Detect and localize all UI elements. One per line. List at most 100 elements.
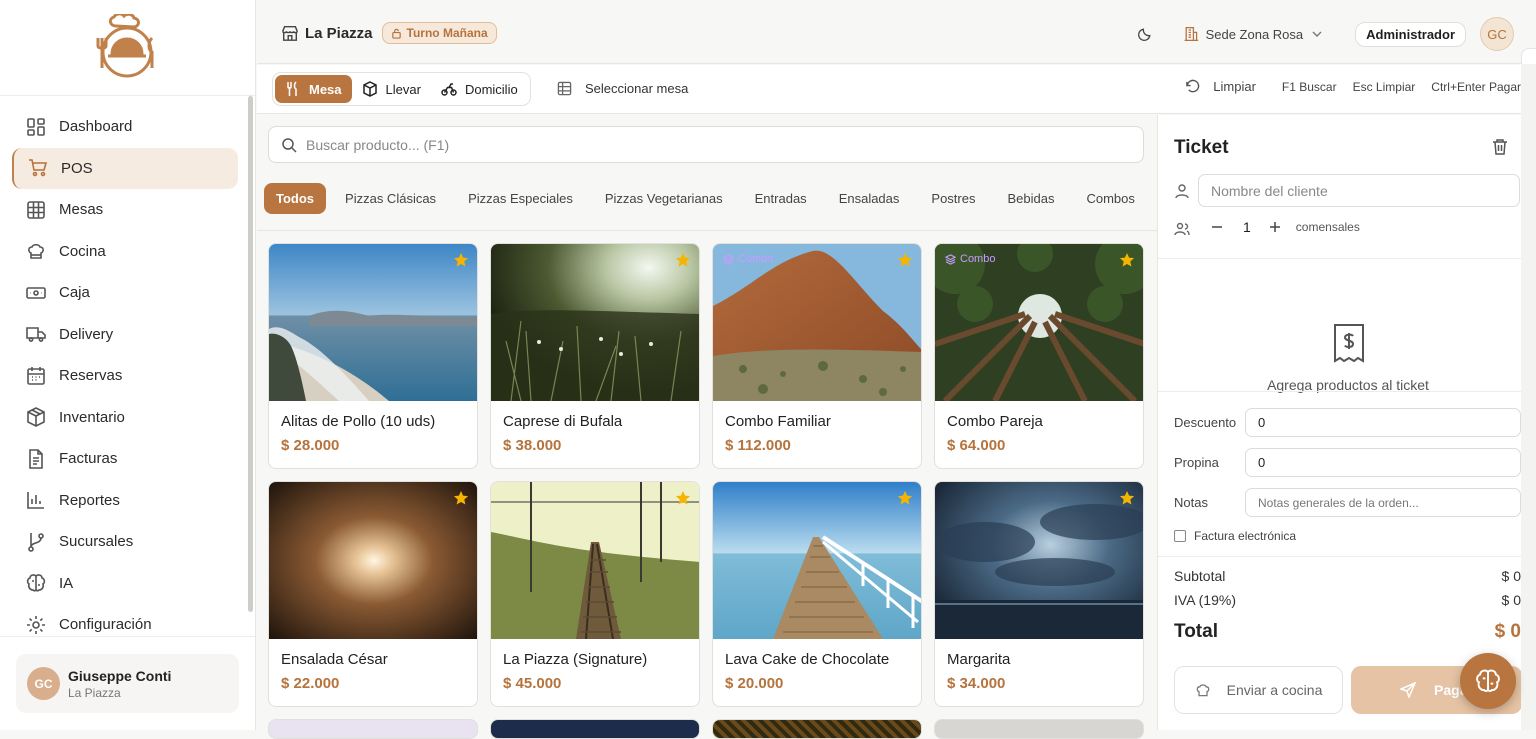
product-card[interactable]: Lava Cake de Chocolate $ 20.000	[712, 481, 922, 707]
sidebar-item-label: Inventario	[59, 408, 125, 426]
select-table-button[interactable]: Seleccionar mesa	[557, 81, 688, 96]
product-price: $ 22.000	[281, 675, 340, 692]
product-card[interactable]: Caprese di Bufala $ 38.000	[490, 243, 700, 469]
users-icon	[1174, 222, 1190, 236]
category-todos[interactable]: Todos	[264, 183, 327, 214]
layers-icon	[945, 253, 956, 265]
category-ensaladas[interactable]: Ensaladas	[823, 183, 916, 214]
category-combos[interactable]: Combos	[1070, 183, 1150, 214]
product-card-partial[interactable]	[712, 719, 922, 739]
search-icon	[282, 137, 297, 153]
store-name: La Piazza	[305, 24, 373, 42]
category-pizzas-vegetarianas[interactable]: Pizzas Vegetarianas	[589, 183, 739, 214]
tip-input[interactable]: 0	[1245, 448, 1521, 477]
sidebar-item-sucursales[interactable]: Sucursales	[12, 521, 238, 563]
user-profile-card[interactable]: GC Giuseppe Conti La Piazza	[16, 654, 239, 713]
ticket-title: Ticket	[1174, 137, 1229, 158]
sidebar-item-facturas[interactable]: Facturas	[12, 438, 238, 480]
favorite-star-icon[interactable]	[675, 490, 691, 506]
category-tabs: Todos Pizzas Clásicas Pizzas Especiales …	[264, 183, 1151, 214]
reset-icon	[1186, 79, 1200, 93]
store-indicator: La Piazza Turno Mañana	[281, 22, 497, 44]
sidebar-item-cocina[interactable]: Cocina	[12, 231, 238, 273]
sidebar-item-pos[interactable]: POS	[12, 147, 238, 189]
product-image	[269, 244, 477, 401]
plus-icon[interactable]	[1268, 220, 1282, 234]
product-card[interactable]: Alitas de Pollo (10 uds) $ 28.000	[268, 243, 478, 469]
discount-input[interactable]: 0	[1245, 408, 1521, 437]
invoice-label: Factura electrónica	[1194, 529, 1297, 543]
notes-label: Notas	[1174, 495, 1208, 510]
clear-button[interactable]: Limpiar	[1185, 79, 1256, 94]
notes-input[interactable]: Notas generales de la orden...	[1245, 488, 1521, 517]
building-icon	[1184, 26, 1198, 42]
brand-logo[interactable]	[90, 14, 164, 80]
product-card[interactable]: Ensalada César $ 22.000	[268, 481, 478, 707]
sidebar-divider	[0, 636, 255, 637]
favorite-star-icon[interactable]	[897, 252, 913, 268]
category-postres[interactable]: Postres	[915, 183, 991, 214]
ai-assistant-button[interactable]	[1460, 653, 1516, 709]
product-image	[713, 482, 921, 639]
send-to-kitchen-button[interactable]: Enviar a cocina	[1174, 666, 1343, 714]
brain-icon	[26, 574, 46, 592]
bar-chart-icon	[27, 492, 44, 510]
favorite-star-icon[interactable]	[1119, 490, 1135, 506]
favorite-star-icon[interactable]	[675, 252, 691, 268]
category-entradas[interactable]: Entradas	[739, 183, 823, 214]
order-type-mesa[interactable]: Mesa	[275, 75, 352, 103]
tax-label: IVA (19%)	[1174, 592, 1236, 608]
category-bebidas[interactable]: Bebidas	[991, 183, 1070, 214]
customer-name-input[interactable]: Nombre del cliente	[1198, 174, 1520, 207]
sidebar-scrollbar[interactable]	[248, 96, 253, 612]
product-card[interactable]: Combo Combo Pareja $ 64.000	[934, 243, 1144, 469]
sidebar-item-inventario[interactable]: Inventario	[12, 397, 238, 439]
product-card[interactable]: Margarita $ 34.000	[934, 481, 1144, 707]
sidebar-item-reservas[interactable]: Reservas	[12, 355, 238, 397]
truck-icon	[26, 327, 46, 343]
invoice-checkbox[interactable]	[1174, 530, 1186, 542]
sidebar-item-label: POS	[61, 159, 93, 177]
product-price: $ 20.000	[725, 675, 784, 692]
sidebar-item-label: Mesas	[59, 201, 104, 219]
ticket-divider	[1158, 556, 1521, 557]
favorite-star-icon[interactable]	[453, 490, 469, 506]
sidebar-item-delivery[interactable]: Delivery	[12, 314, 238, 356]
order-type-domicilio[interactable]: Domicilio	[431, 75, 528, 103]
invoice-toggle[interactable]: Factura electrónica	[1174, 529, 1296, 543]
site-selector[interactable]: Sede Zona Rosa	[1183, 26, 1324, 42]
product-price: $ 38.000	[503, 437, 562, 454]
shift-badge: Turno Mañana	[381, 22, 497, 44]
subtotal-value: $ 0	[1501, 568, 1521, 584]
category-pizzas-especiales[interactable]: Pizzas Especiales	[452, 183, 589, 214]
order-type-llevar[interactable]: Llevar	[352, 75, 431, 103]
sidebar-item-reportes[interactable]: Reportes	[12, 480, 238, 522]
send-icon	[1400, 682, 1417, 698]
favorite-star-icon[interactable]	[897, 490, 913, 506]
product-image	[491, 482, 699, 639]
sidebar-item-dashboard[interactable]: Dashboard	[12, 106, 238, 148]
product-card[interactable]: La Piazza (Signature) $ 45.000	[490, 481, 700, 707]
avatar: GC	[27, 667, 60, 700]
category-pizzas-clasicas[interactable]: Pizzas Clásicas	[329, 183, 452, 214]
site-name: Sede Zona Rosa	[1205, 26, 1304, 42]
product-card-partial[interactable]	[268, 719, 478, 739]
favorite-star-icon[interactable]	[1119, 252, 1135, 268]
product-card-partial[interactable]	[490, 719, 700, 739]
sidebar-item-label: Facturas	[59, 450, 118, 468]
product-card-partial[interactable]	[934, 719, 1144, 739]
trash-icon[interactable]	[1491, 138, 1509, 156]
search-input[interactable]: Buscar producto... (F1)	[268, 126, 1144, 163]
moon-icon[interactable]	[1137, 26, 1153, 42]
sidebar-item-label: Caja	[59, 284, 90, 302]
sidebar-item-caja[interactable]: Caja	[12, 272, 238, 314]
minus-icon[interactable]	[1210, 220, 1224, 234]
sidebar-item-configuracion[interactable]: Configuración	[12, 604, 238, 634]
discount-label: Descuento	[1174, 415, 1237, 430]
favorite-star-icon[interactable]	[453, 252, 469, 268]
avatar[interactable]: GC	[1480, 17, 1514, 51]
tax-value: $ 0	[1501, 592, 1521, 608]
product-card[interactable]: Combo Combo Familiar $ 112.000	[712, 243, 922, 469]
sidebar-item-ia[interactable]: IA	[12, 563, 238, 605]
sidebar-item-mesas[interactable]: Mesas	[12, 189, 238, 231]
